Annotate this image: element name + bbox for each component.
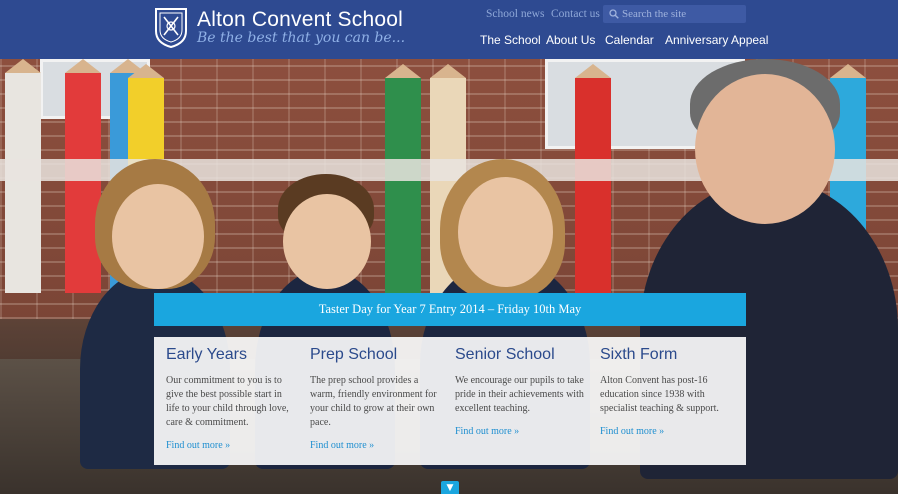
section-title[interactable]: Early Years	[166, 346, 247, 364]
site-header: Alton Convent School Be the best that yo…	[0, 0, 898, 59]
section-description: The prep school provides a warm, friendl…	[310, 375, 437, 428]
announcement-banner[interactable]: Taster Day for Year 7 Entry 2014 – Frida…	[154, 293, 746, 326]
sections-panel: Early Years Our commitment to you is to …	[154, 337, 746, 465]
section-description: We encourage our pupils to take pride in…	[455, 375, 584, 414]
section-description: Our commitment to you is to give the bes…	[166, 375, 289, 428]
down-arrow-icon: ▼	[446, 483, 454, 493]
site-tagline: Be the best that you can be...	[197, 30, 406, 46]
find-out-more-link[interactable]: Find out more »	[455, 426, 519, 437]
scroll-down-button[interactable]: ▼	[441, 481, 459, 494]
search-box[interactable]	[603, 5, 746, 23]
find-out-more-link[interactable]: Find out more »	[310, 440, 374, 451]
pencil-fence-post	[385, 64, 421, 298]
search-icon[interactable]	[609, 9, 619, 19]
find-out-more-link[interactable]: Find out more »	[166, 440, 230, 451]
section-description: Alton Convent has post-16 education sinc…	[600, 375, 719, 414]
site-title[interactable]: Alton Convent School	[197, 8, 403, 32]
search-input[interactable]	[622, 5, 744, 23]
section-title[interactable]: Senior School	[455, 346, 555, 364]
nav-about-us[interactable]: About Us	[546, 33, 595, 47]
teacher-face	[695, 74, 835, 224]
nav-the-school[interactable]: The School	[480, 33, 541, 47]
section-title[interactable]: Sixth Form	[600, 346, 677, 364]
school-crest-logo[interactable]	[154, 7, 188, 48]
school-news-link[interactable]: School news	[486, 8, 544, 20]
child-face	[112, 184, 204, 289]
section-title[interactable]: Prep School	[310, 346, 397, 364]
pencil-fence-post	[575, 64, 611, 298]
child-face	[458, 177, 553, 287]
nav-calendar[interactable]: Calendar	[605, 33, 654, 47]
find-out-more-link[interactable]: Find out more »	[600, 426, 664, 437]
nav-anniversary-appeal[interactable]: Anniversary Appeal	[665, 33, 768, 47]
contact-us-link[interactable]: Contact us	[551, 8, 600, 20]
child-face	[283, 194, 371, 289]
